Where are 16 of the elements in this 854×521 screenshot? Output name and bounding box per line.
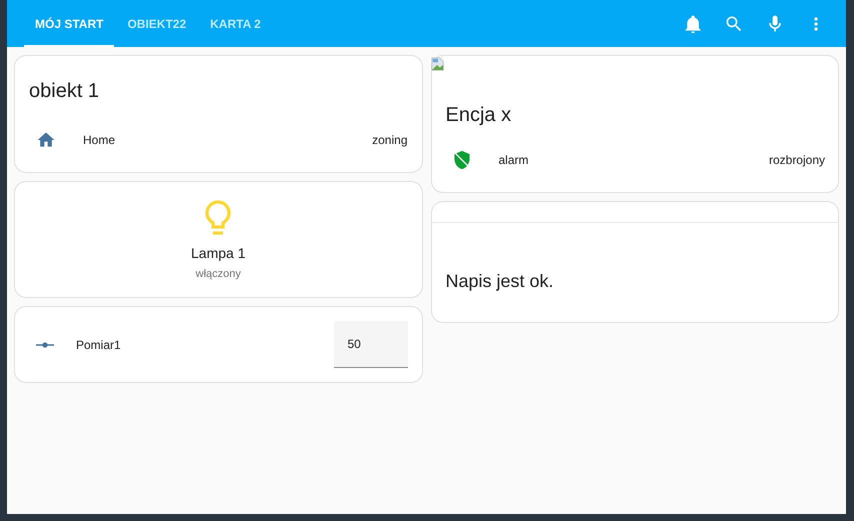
number-input-field[interactable]: 50 xyxy=(334,321,408,368)
button-state: włączony xyxy=(196,267,241,282)
entity-name[interactable]: Home xyxy=(83,131,372,149)
lightbulb-icon[interactable] xyxy=(203,199,234,237)
markdown-text: Napis jest ok. xyxy=(444,270,555,293)
entity-state: zoning xyxy=(372,132,408,149)
entity-state: rozbrojony xyxy=(768,152,825,169)
card-title: Encja x xyxy=(446,103,512,128)
card-title: obiekt 1 xyxy=(29,79,100,104)
entity-name[interactable]: alarm xyxy=(498,151,769,169)
notifications-icon[interactable] xyxy=(683,14,703,34)
button-name: Lampa 1 xyxy=(191,244,246,263)
slider-icon xyxy=(36,342,54,348)
search-icon[interactable] xyxy=(724,14,744,34)
shield-icon xyxy=(452,150,472,170)
entity-name[interactable]: Pomiar1 xyxy=(76,336,334,354)
